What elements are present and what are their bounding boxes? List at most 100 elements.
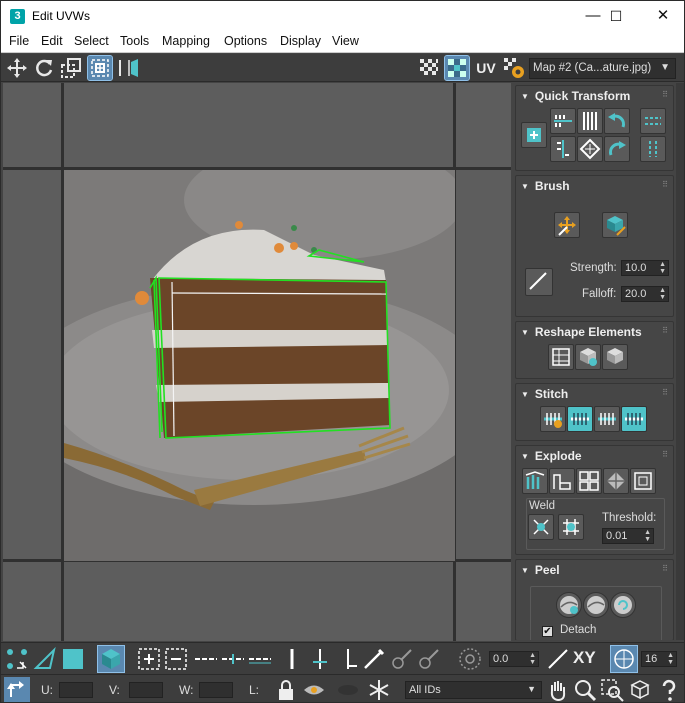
menu-tools[interactable]: Tools: [120, 34, 149, 48]
checker-pattern-icon[interactable]: [417, 56, 441, 80]
zoom-extents-icon[interactable]: [627, 677, 653, 702]
weld-selected-icon[interactable]: [528, 514, 554, 540]
vertex-mode-icon[interactable]: [4, 646, 30, 672]
loop-select-icon[interactable]: [193, 646, 219, 672]
peel-mode-icon[interactable]: [583, 592, 609, 618]
maximize-button[interactable]: ☐: [593, 1, 639, 31]
rollout-header[interactable]: ▼ Stitch: [521, 387, 568, 401]
ring-shrink-icon[interactable]: [335, 646, 361, 672]
edge-mode-icon[interactable]: [32, 646, 58, 672]
rollout-header[interactable]: ▼ Peel: [521, 563, 560, 577]
stitch-to-source-icon[interactable]: [621, 406, 647, 432]
rotate-ccw-icon[interactable]: [604, 108, 630, 134]
angle-spinner[interactable]: 0.0 ▲ ▼: [489, 651, 539, 667]
v-input[interactable]: [129, 682, 163, 698]
show-map-icon[interactable]: [444, 55, 470, 81]
ring-grow-icon[interactable]: [307, 646, 333, 672]
weld-target-icon[interactable]: [558, 514, 584, 540]
close-button[interactable]: ✕: [640, 1, 684, 31]
relax-settings-icon[interactable]: [602, 344, 628, 370]
relax-icon[interactable]: [575, 344, 601, 370]
absolute-offset-icon[interactable]: [4, 677, 30, 702]
menu-edit[interactable]: Edit: [41, 34, 63, 48]
stitch-custom-icon[interactable]: [540, 406, 566, 432]
set-pivot-icon[interactable]: [521, 122, 547, 148]
threshold-spinner[interactable]: 0.01 ▲ ▼: [602, 528, 654, 544]
snap-toggle-icon[interactable]: [610, 645, 638, 673]
element-mode-icon[interactable]: [97, 645, 125, 673]
stitch-to-average-icon[interactable]: [594, 406, 620, 432]
menu-options[interactable]: Options: [224, 34, 267, 48]
panel-scrollbar[interactable]: [676, 83, 684, 640]
loop-shrink-icon[interactable]: [247, 646, 273, 672]
flatten-icon[interactable]: [630, 468, 656, 494]
menu-select[interactable]: Select: [74, 34, 109, 48]
space-horizontal-icon[interactable]: [640, 108, 666, 134]
detach-checkbox[interactable]: ✔: [542, 626, 553, 637]
lock-icon[interactable]: [273, 677, 299, 702]
rollout-header[interactable]: ▼ Explode: [521, 449, 582, 463]
scale-tool-icon[interactable]: [59, 56, 83, 80]
paint-move-icon[interactable]: [554, 212, 580, 238]
paint-select-icon[interactable]: [361, 646, 387, 672]
hide-icon[interactable]: [301, 677, 327, 702]
paint-shrink-icon[interactable]: [416, 646, 442, 672]
show-icon[interactable]: [335, 677, 361, 702]
align-horizontal-icon[interactable]: [550, 108, 576, 134]
zoom-region-icon[interactable]: [599, 677, 625, 702]
detach-edge-icon[interactable]: [549, 468, 575, 494]
snap-value-spinner[interactable]: 16 ▲ ▼: [641, 651, 677, 667]
menu-file[interactable]: File: [9, 34, 29, 48]
menu-mapping[interactable]: Mapping: [162, 34, 210, 48]
weld-label: Weld: [529, 500, 555, 512]
straighten-selection-icon[interactable]: [548, 344, 574, 370]
uv-editor-viewport[interactable]: [3, 83, 511, 641]
pan-hand-icon[interactable]: [545, 677, 571, 702]
rotate-cw-icon[interactable]: [604, 136, 630, 162]
map-select-dropdown[interactable]: Map #2 (Ca...ature.jpg) ▼: [529, 58, 676, 79]
rotate-selection-icon[interactable]: [545, 646, 571, 672]
break-icon[interactable]: [522, 468, 548, 494]
explode-smoothing-icon[interactable]: [603, 468, 629, 494]
grip-icon: ⠿: [662, 90, 668, 99]
freeze-icon[interactable]: [366, 677, 392, 702]
straighten-icon[interactable]: [577, 136, 603, 162]
strength-spinner[interactable]: 10.0 ▲ ▼: [621, 260, 669, 276]
relax-brush-icon[interactable]: [602, 212, 628, 238]
explode-grid-icon[interactable]: [576, 468, 602, 494]
loop-grow-icon[interactable]: [220, 646, 246, 672]
align-vertical-icon[interactable]: [577, 108, 603, 134]
move-tool-icon[interactable]: [5, 56, 29, 80]
soft-selection-icon[interactable]: [457, 646, 483, 672]
uv-axis-toggle[interactable]: UV: [473, 56, 499, 80]
falloff-spinner[interactable]: 20.0 ▲ ▼: [621, 286, 669, 302]
w-input[interactable]: [199, 682, 233, 698]
rollout-header[interactable]: ▼ Quick Transform: [521, 89, 630, 103]
material-id-select[interactable]: All IDs ▼: [405, 681, 542, 699]
help-icon[interactable]: [656, 677, 682, 702]
grow-selection-icon[interactable]: [136, 646, 162, 672]
freeform-mode-icon[interactable]: [87, 55, 113, 81]
rollout-header[interactable]: ▼ Reshape Elements: [521, 325, 642, 339]
quick-peel-icon[interactable]: [556, 592, 582, 618]
paint-grow-icon[interactable]: [389, 646, 415, 672]
rotate-tool-icon[interactable]: [32, 56, 56, 80]
menu-display[interactable]: Display: [280, 34, 321, 48]
space-vertical-icon[interactable]: [640, 136, 666, 162]
mirror-tool-icon[interactable]: [117, 56, 141, 80]
align-to-edge-icon[interactable]: [550, 136, 576, 162]
ring-select-icon[interactable]: [279, 646, 305, 672]
xy-plane-toggle[interactable]: XY: [573, 648, 603, 674]
face-mode-icon[interactable]: [60, 646, 86, 672]
reset-peel-icon[interactable]: [610, 592, 636, 618]
stitch-to-target-icon[interactable]: [567, 406, 593, 432]
zoom-icon[interactable]: [572, 677, 598, 702]
shrink-selection-icon[interactable]: [163, 646, 189, 672]
map-settings-icon[interactable]: [502, 56, 526, 80]
rollout-title: Quick Transform: [534, 89, 631, 103]
rollout-header[interactable]: ▼ Brush: [521, 179, 570, 193]
falloff-curve-icon[interactable]: [525, 268, 553, 296]
brush-rollout: ▼ Brush ⠿ Strength: 10.0 ▲ ▼ Falloff: 20.0 ▲…: [515, 175, 674, 317]
u-input[interactable]: [59, 682, 93, 698]
menu-view[interactable]: View: [332, 34, 359, 48]
